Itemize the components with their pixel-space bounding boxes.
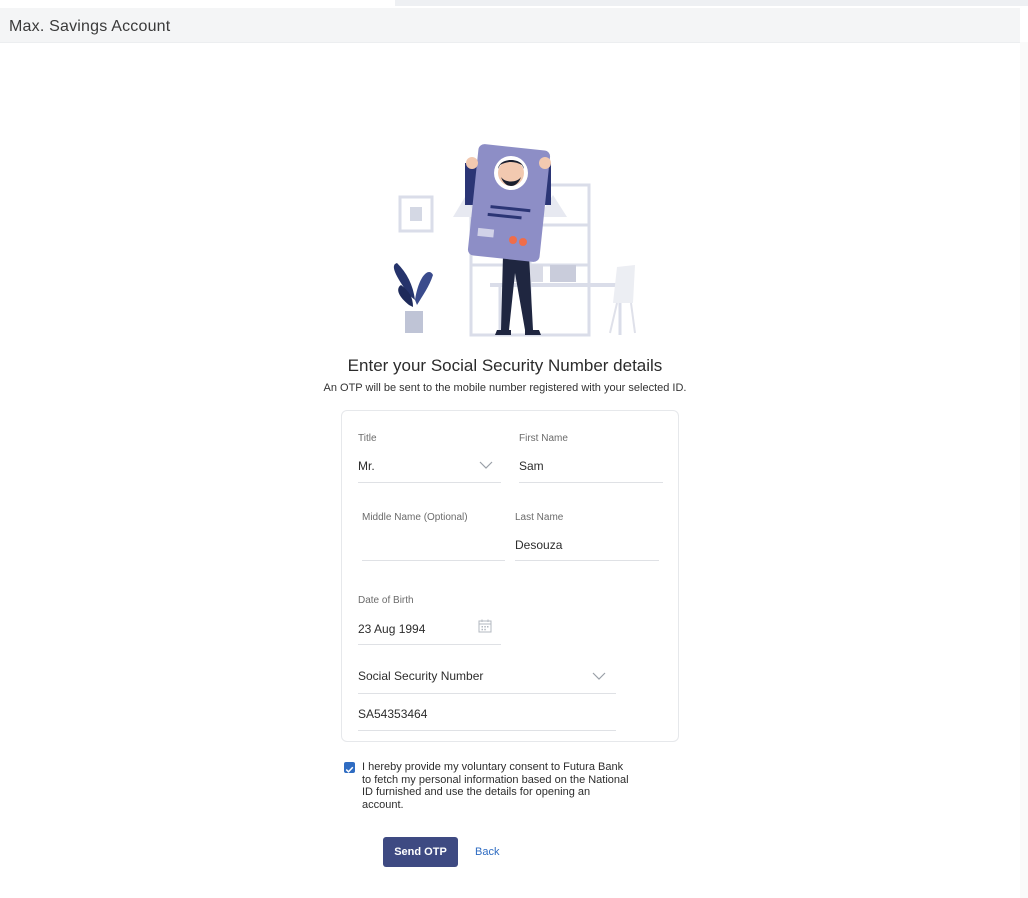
calendar-icon[interactable] — [478, 619, 492, 633]
scroll-edge — [1020, 42, 1028, 898]
id-number-value: SA54353464 — [358, 707, 428, 721]
dob-value: 23 Aug 1994 — [358, 622, 426, 636]
checkmark-icon — [345, 766, 354, 773]
form-subheading: An OTP will be sent to the mobile number… — [323, 382, 687, 394]
chevron-down-icon — [592, 672, 606, 680]
id-type-select[interactable]: Social Security Number — [358, 663, 616, 694]
title-value: Mr. — [358, 459, 375, 473]
middle-name-input[interactable] — [362, 529, 505, 561]
send-otp-button[interactable]: Send OTP — [383, 837, 458, 867]
last-name-value: Desouza — [515, 538, 563, 552]
form-heading: Enter your Social Security Number detail… — [347, 356, 663, 375]
id-type-value: Social Security Number — [358, 669, 484, 683]
id-card-illustration — [393, 144, 636, 337]
last-name-label: Last Name — [515, 512, 564, 523]
consent-text: I hereby provide my voluntary consent to… — [362, 761, 629, 811]
first-name-label: First Name — [519, 433, 568, 444]
top-strip — [395, 0, 1028, 6]
page-title: Max. Savings Account — [9, 18, 171, 35]
chevron-down-icon — [479, 461, 493, 469]
personal-details-card: Title Mr. First Name Sam Middle Name (Op… — [341, 410, 679, 742]
dob-label: Date of Birth — [358, 595, 414, 606]
title-label: Title — [358, 433, 377, 444]
id-number-input[interactable]: SA54353464 — [358, 701, 616, 731]
middle-name-label: Middle Name (Optional) — [362, 512, 468, 523]
last-name-input[interactable]: Desouza — [515, 529, 659, 561]
back-link[interactable]: Back — [475, 846, 499, 858]
first-name-input[interactable]: Sam — [519, 451, 663, 483]
first-name-value: Sam — [519, 459, 544, 473]
dob-input[interactable]: 23 Aug 1994 — [358, 613, 501, 645]
page-header: Max. Savings Account — [0, 8, 1020, 43]
title-select[interactable]: Mr. — [358, 451, 501, 483]
consent-checkbox[interactable] — [344, 762, 355, 773]
